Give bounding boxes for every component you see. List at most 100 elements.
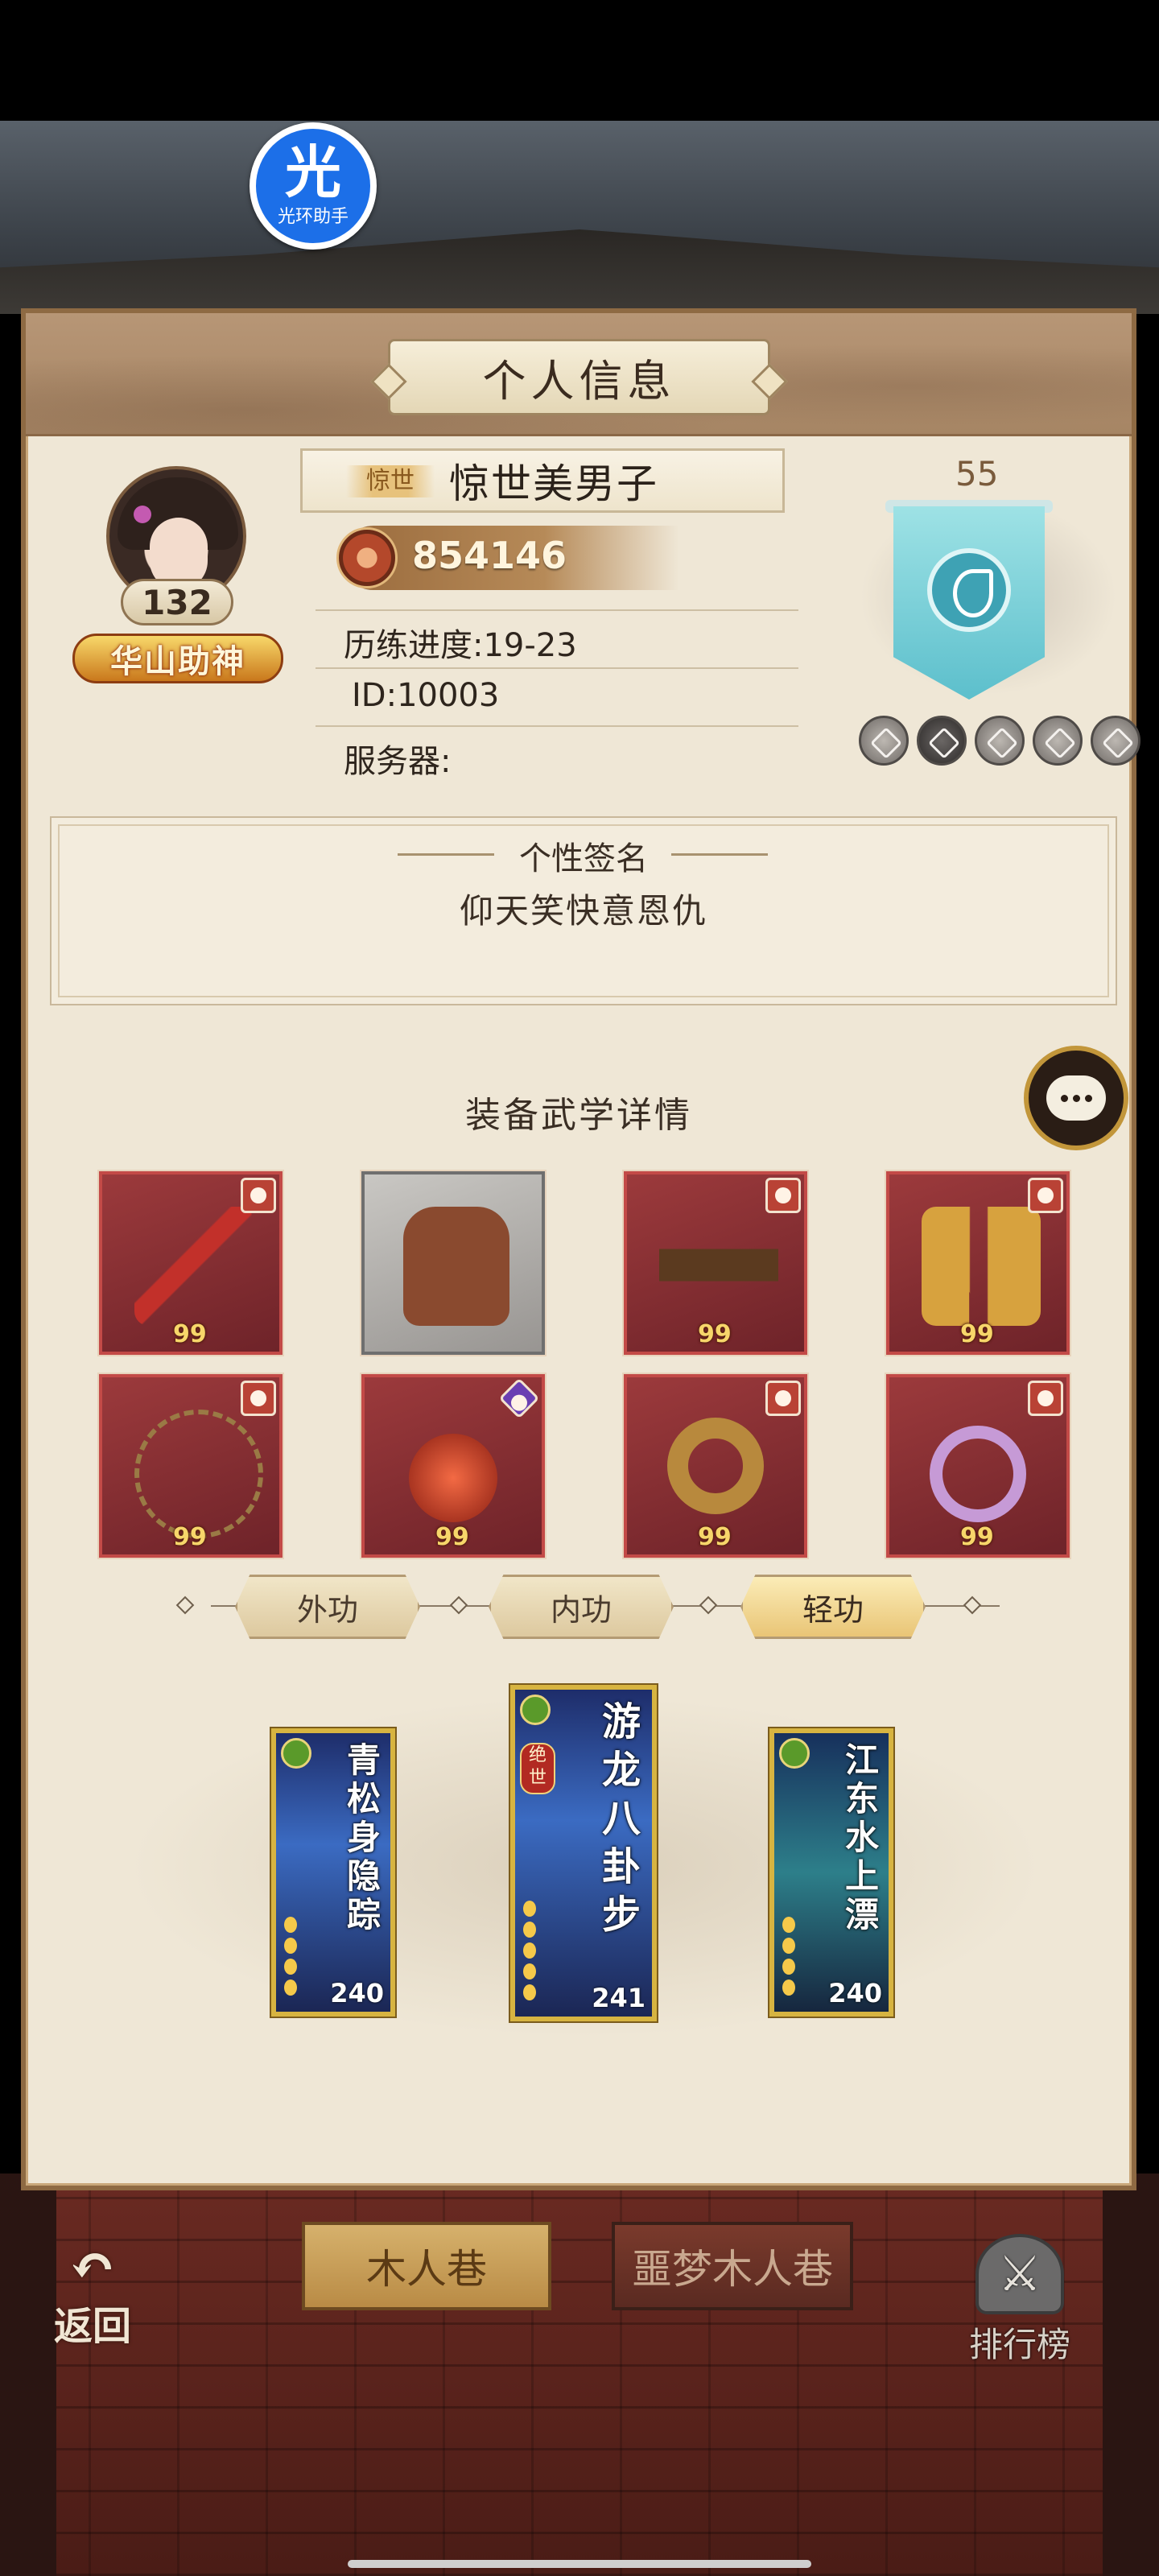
purple-quality-icon [498, 1377, 540, 1419]
combat-power-bar: 854146 [336, 526, 679, 590]
quality-star-icon [241, 1178, 276, 1213]
rank-icons-row [859, 716, 1140, 766]
equip-slot-amulet[interactable]: 99 [361, 1374, 545, 1558]
equipment-title: 装备武学详情 [465, 1095, 692, 1136]
home-indicator[interactable] [348, 2560, 811, 2568]
back-button[interactable]: ↶ 返回 [32, 2238, 153, 2351]
assistant-logo-glyph: 光 [285, 139, 341, 205]
rank-icon-3[interactable] [975, 716, 1025, 766]
amulet-icon [409, 1434, 497, 1522]
id-label: ID:10003 [352, 677, 500, 714]
quality-star-icon [765, 1381, 801, 1416]
skill-value: 241 [592, 1983, 645, 2013]
armor-icon [403, 1207, 509, 1326]
equip-slot-boots[interactable]: 99 [886, 1171, 1070, 1355]
nightmare-alley-button[interactable]: 噩梦木人巷 [612, 2222, 853, 2310]
skill-type-icon [520, 1695, 551, 1725]
status-bar [0, 0, 1159, 121]
power-icon [336, 527, 398, 588]
signature-box: 个性签名 仰天笑快意恩仇 [50, 816, 1117, 1005]
tab-external[interactable]: 外功 [235, 1575, 420, 1639]
equip-slot-ring[interactable]: 99 [886, 1374, 1070, 1558]
combat-power-value: 854146 [412, 534, 567, 577]
equip-level: 99 [173, 1320, 207, 1348]
quality-star-icon [241, 1381, 276, 1416]
avatar-flower [134, 506, 151, 523]
skill-card-2[interactable]: 绝世 游龙八卦步 241 [510, 1685, 657, 2021]
rank-icon-4[interactable] [1033, 716, 1083, 766]
rank-icon-1[interactable] [859, 716, 909, 766]
tab-qinggong[interactable]: 轻功 [740, 1575, 926, 1639]
pillar-right [1103, 2174, 1159, 2576]
assistant-logo-text: 光环助手 [277, 207, 349, 227]
skill-rank-icons [523, 1896, 549, 2005]
tab-dot [963, 1596, 982, 1615]
tab-dot [449, 1596, 468, 1615]
skill-card-3[interactable]: 江东水上漂 240 [769, 1728, 893, 2017]
progress-label: 历练进度:19-23 [344, 627, 577, 664]
signature-title: 个性签名 [519, 840, 648, 877]
player-name-box: 惊世 惊世美男子 [300, 448, 785, 513]
crossed-swords-icon: ⚔ [975, 2234, 1064, 2314]
peerless-tag: 绝世 [520, 1743, 555, 1794]
bracelet-icon [667, 1418, 764, 1514]
panel-header: 个人信息 [26, 313, 1132, 436]
skill-name: 青松身隐踪 [347, 1740, 382, 1934]
signature-text: 仰天笑快意恩仇 [459, 891, 707, 931]
divider [316, 725, 798, 727]
belt-icon [659, 1207, 778, 1326]
wooden-alley-button[interactable]: 木人巷 [302, 2222, 551, 2310]
skill-name: 江东水上漂 [845, 1740, 880, 1934]
quality-star-icon [1028, 1178, 1063, 1213]
leaderboard-label: 排行榜 [968, 2325, 1070, 2364]
tab-internal[interactable]: 内功 [489, 1575, 674, 1639]
player-level: 132 [121, 579, 233, 625]
skill-rank-icons [284, 1912, 310, 2000]
assistant-logo: 光 光环助手 [256, 129, 370, 243]
equip-slot-weapon[interactable]: 99 [99, 1171, 283, 1355]
chat-bubble-icon [1046, 1075, 1106, 1121]
skill-type-icon [779, 1738, 810, 1769]
skill-value: 240 [330, 1978, 384, 2008]
equip-level: 99 [960, 1320, 994, 1348]
skill-type-icon [281, 1738, 311, 1769]
tab-dot [175, 1596, 195, 1615]
divider [316, 667, 798, 669]
leaderboard-button[interactable]: ⚔ 排行榜 [951, 2230, 1088, 2367]
pillar-left [0, 2174, 56, 2576]
rank-title-badge: 华山助神 [72, 634, 283, 683]
name-tag: 惊世 [346, 465, 435, 497]
equip-slot-armor[interactable] [361, 1171, 545, 1355]
skill-value: 240 [828, 1978, 882, 2008]
boots-icon [922, 1207, 1041, 1326]
equip-level: 99 [698, 1523, 732, 1551]
rank-icon-5[interactable] [1091, 716, 1140, 766]
profile-panel: 个人信息 132 华山助神 惊世 惊世美男子 854146 历练进度:19-23… [21, 308, 1140, 2190]
skill-name: 游龙八卦步 [602, 1699, 641, 1938]
back-label: 返回 [53, 2304, 131, 2349]
quality-star-icon [1028, 1381, 1063, 1416]
equip-slot-belt[interactable]: 99 [624, 1171, 807, 1355]
rank-icon-2[interactable] [917, 716, 967, 766]
crane-emblem-icon [927, 548, 1011, 632]
panel-title: 个人信息 [388, 339, 770, 415]
equip-level: 99 [698, 1320, 732, 1348]
equip-slot-bracelet[interactable]: 99 [624, 1374, 807, 1558]
skill-card-1[interactable]: 青松身隐踪 240 [271, 1728, 395, 2017]
equip-slot-necklace[interactable]: 99 [99, 1374, 283, 1558]
divider [671, 853, 768, 856]
equip-level: 99 [173, 1523, 207, 1551]
sword-icon [134, 1207, 254, 1326]
skill-rank-icons [782, 1912, 808, 2000]
back-arrow-icon: ↶ [68, 2232, 117, 2299]
ring-icon [930, 1426, 1026, 1522]
quality-star-icon [765, 1178, 801, 1213]
tab-dot [699, 1596, 718, 1615]
equip-level: 99 [435, 1523, 469, 1551]
server-label: 服务器: [344, 743, 452, 780]
player-name: 惊世美男子 [449, 460, 658, 507]
chat-button[interactable] [1024, 1046, 1128, 1150]
rank-level: 55 [955, 454, 999, 493]
equip-level: 99 [960, 1523, 994, 1551]
assistant-overlay-badge[interactable]: 光 光环助手 [250, 122, 377, 250]
